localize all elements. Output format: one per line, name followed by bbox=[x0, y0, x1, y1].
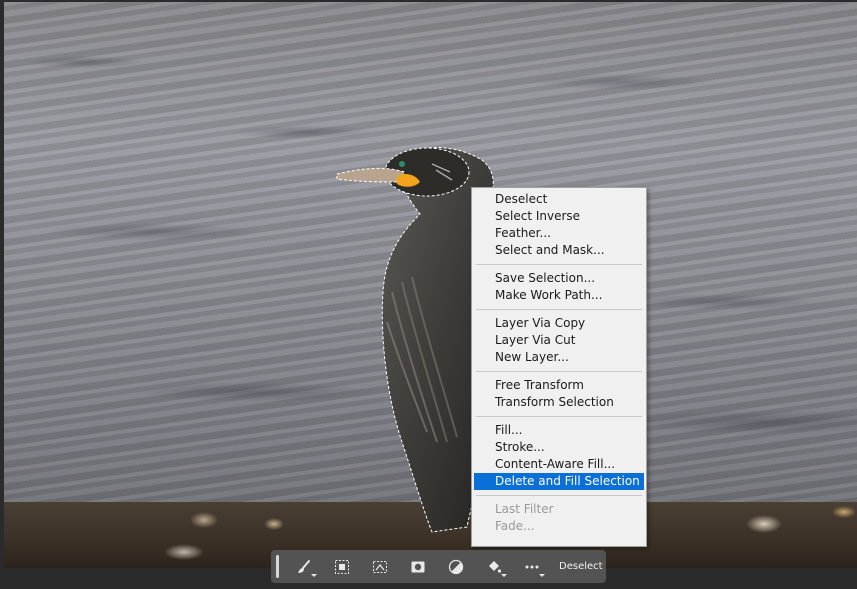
menu-separator bbox=[476, 371, 642, 372]
fill-selection-button[interactable] bbox=[479, 550, 509, 583]
more-icon bbox=[525, 565, 539, 568]
brush-tool-button[interactable] bbox=[289, 550, 319, 583]
transform-selection-icon bbox=[373, 560, 387, 573]
deselect-button[interactable]: Deselect bbox=[559, 561, 603, 572]
transform-selection-button[interactable] bbox=[365, 550, 395, 583]
chevron-down-icon bbox=[311, 574, 317, 577]
menu-item-make-work-path[interactable]: Make Work Path... bbox=[474, 287, 644, 304]
select-subject-button[interactable] bbox=[327, 550, 357, 583]
more-options-button[interactable] bbox=[517, 550, 547, 583]
create-mask-button[interactable] bbox=[403, 550, 433, 583]
select-subject-icon bbox=[335, 559, 349, 574]
menu-item-feather[interactable]: Feather... bbox=[474, 225, 644, 242]
image-canvas[interactable] bbox=[4, 2, 857, 568]
menu-item-last-filter: Last Filter bbox=[495, 502, 554, 516]
chevron-down-icon bbox=[501, 574, 507, 577]
menu-item-transform-selection[interactable]: Transform Selection bbox=[474, 394, 644, 411]
menu-item-layer-via-cut[interactable]: Layer Via Cut bbox=[474, 332, 644, 349]
fill-bucket-icon bbox=[489, 560, 502, 573]
menu-item-content-aware-fill[interactable]: Content-Aware Fill... bbox=[474, 456, 644, 473]
mask-icon bbox=[411, 561, 425, 572]
menu-item-fill[interactable]: Fill... bbox=[474, 422, 644, 439]
menu-separator bbox=[476, 264, 642, 265]
selection-context-menu: Deselect Select Inverse Feather... Select a… bbox=[471, 187, 647, 547]
menu-item-deselect[interactable]: Deselect bbox=[474, 191, 644, 208]
menu-item-select-inverse[interactable]: Select Inverse bbox=[474, 208, 644, 225]
menu-item-select-and-mask[interactable]: Select and Mask... bbox=[474, 242, 644, 259]
menu-item-fade: Fade... bbox=[495, 519, 535, 533]
menu-item-layer-via-copy[interactable]: Layer Via Copy bbox=[474, 315, 644, 332]
chevron-down-icon bbox=[539, 574, 545, 577]
contextual-task-bar: Deselect bbox=[271, 550, 606, 583]
menu-separator bbox=[476, 495, 642, 496]
menu-separator bbox=[476, 309, 642, 310]
menu-item-free-transform[interactable]: Free Transform bbox=[474, 377, 644, 394]
menu-item-save-selection[interactable]: Save Selection... bbox=[474, 270, 644, 287]
menu-item-delete-and-fill-selection[interactable]: Delete and Fill Selection bbox=[474, 473, 644, 490]
brush-icon bbox=[298, 559, 310, 573]
menu-item-new-layer[interactable]: New Layer... bbox=[474, 349, 644, 366]
menu-item-stroke[interactable]: Stroke... bbox=[474, 439, 644, 456]
menu-separator bbox=[476, 416, 642, 417]
taskbar-drag-handle[interactable] bbox=[276, 555, 279, 578]
adjustment-layer-button[interactable] bbox=[441, 550, 471, 583]
adjustment-icon bbox=[448, 559, 464, 574]
